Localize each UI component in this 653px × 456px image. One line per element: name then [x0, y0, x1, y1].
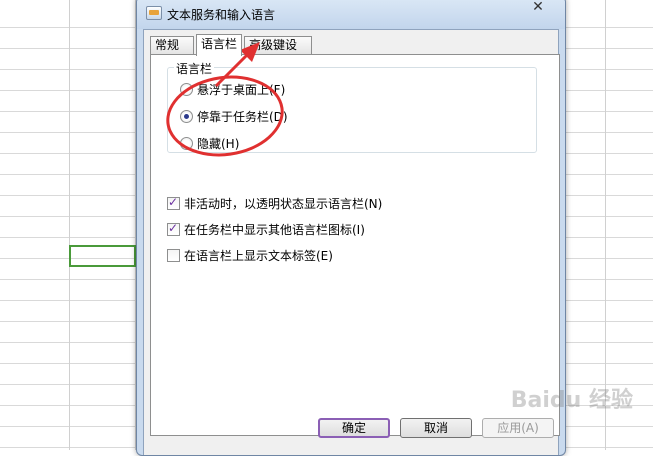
cancel-button[interactable]: 取消 [400, 418, 472, 438]
checkbox[interactable] [167, 221, 180, 236]
group-title: 语言栏 [174, 60, 215, 77]
column-gridline [69, 0, 70, 450]
radio-button[interactable] [180, 136, 193, 150]
text-services-dialog: 文本服务和输入语言 ✕ 常规 语言栏 高级键设置 语言栏 悬浮于桌面上(F) 停… [136, 0, 566, 456]
title-bar[interactable]: 文本服务和输入语言 ✕ [137, 0, 565, 29]
close-button[interactable]: ✕ [525, 0, 551, 16]
tab-general[interactable]: 常规 [150, 36, 194, 55]
dialog-client-area: 常规 语言栏 高级键设置 语言栏 悬浮于桌面上(F) 停靠于任务栏(D) 隐藏(… [143, 29, 560, 455]
radio-float-desktop[interactable]: 悬浮于桌面上(F) [180, 81, 285, 97]
apply-button[interactable]: 应用(A) [482, 418, 554, 438]
radio-button[interactable] [180, 82, 193, 96]
radio-button[interactable] [180, 109, 193, 123]
radio-label: 悬浮于桌面上(F) [197, 82, 286, 97]
ok-button[interactable]: 确定 [318, 418, 390, 438]
checkbox-label: 在语言栏上显示文本标签(E) [184, 248, 333, 263]
radio-label: 隐藏(H) [197, 136, 240, 151]
checkbox[interactable] [167, 195, 180, 210]
checkbox-show-extra-icons[interactable]: 在任务栏中显示其他语言栏图标(I) [167, 221, 365, 237]
baidu-watermark: Baidu 经验 [510, 388, 633, 413]
tab-language-bar[interactable]: 语言栏 [196, 34, 242, 56]
keyboard-icon [146, 6, 162, 20]
active-cell[interactable] [69, 245, 136, 267]
checkbox-label: 在任务栏中显示其他语言栏图标(I) [184, 222, 365, 237]
checkbox[interactable] [167, 248, 180, 262]
tab-advanced-key-settings[interactable]: 高级键设置 [244, 36, 312, 69]
language-bar-panel: 语言栏 悬浮于桌面上(F) 停靠于任务栏(D) 隐藏(H) 非活动时，以透明状态… [150, 54, 560, 436]
dialog-title: 文本服务和输入语言 [167, 8, 276, 22]
radio-label: 停靠于任务栏(D) [197, 109, 288, 124]
checkbox-label: 非活动时，以透明状态显示语言栏(N) [184, 196, 383, 211]
checkbox-show-text-labels[interactable]: 在语言栏上显示文本标签(E) [167, 247, 333, 263]
checkbox-transparent-inactive[interactable]: 非活动时，以透明状态显示语言栏(N) [167, 195, 382, 211]
radio-hidden[interactable]: 隐藏(H) [180, 135, 239, 151]
radio-dock-taskbar[interactable]: 停靠于任务栏(D) [180, 108, 288, 124]
language-bar-group: 语言栏 悬浮于桌面上(F) 停靠于任务栏(D) 隐藏(H) [167, 60, 537, 153]
